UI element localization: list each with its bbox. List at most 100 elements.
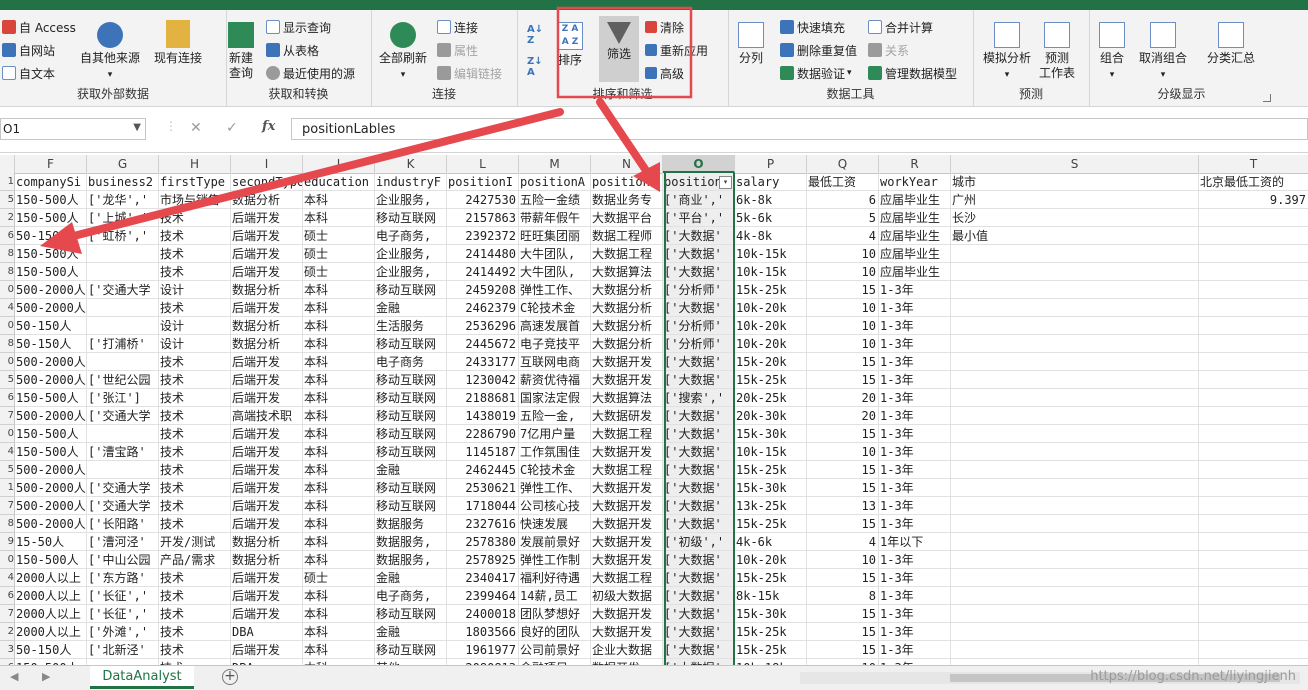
cell[interactable]: 13k-25k [735, 497, 807, 515]
cell[interactable] [87, 245, 159, 263]
cell[interactable]: 2327616 [447, 515, 519, 533]
cell[interactable]: 数据服务 [375, 515, 447, 533]
cell[interactable]: 15k-25k [735, 641, 807, 659]
cell[interactable]: 国家法定假 [519, 389, 591, 407]
cell[interactable]: ['交通大学 [87, 281, 159, 299]
cell[interactable]: 初级大数据 [591, 587, 663, 605]
row-header[interactable]: 4 [0, 299, 15, 317]
cell[interactable]: 15k-30k [735, 425, 807, 443]
cell[interactable]: 移动互联网 [375, 209, 447, 227]
cell[interactable]: 金融 [375, 461, 447, 479]
cell[interactable] [951, 461, 1199, 479]
cell[interactable]: 2578380 [447, 533, 519, 551]
header-cell[interactable]: companySi [15, 173, 87, 191]
cell[interactable]: 良好的团队 [519, 623, 591, 641]
row-header[interactable]: 1 [0, 173, 15, 191]
cell[interactable] [951, 281, 1199, 299]
cell[interactable] [87, 425, 159, 443]
row-header[interactable]: 9 [0, 533, 15, 551]
header-cell[interactable]: firstType [159, 173, 231, 191]
cell[interactable]: 1-3年 [879, 371, 951, 389]
cell[interactable]: 薪资优待福 [519, 371, 591, 389]
cell[interactable]: 本科 [303, 425, 375, 443]
column-header-q[interactable]: Q [807, 155, 879, 173]
cell[interactable]: 2000人以上 [15, 569, 87, 587]
from-text-button[interactable]: 自文本 [2, 63, 55, 83]
cell[interactable]: ['分析师' [663, 281, 735, 299]
cell[interactable]: 2414492 [447, 263, 519, 281]
cell[interactable]: 大数据算法 [591, 389, 663, 407]
reapply-button[interactable]: 重新应用 [645, 40, 708, 60]
cell[interactable] [951, 245, 1199, 263]
cell[interactable]: 10k-20k [735, 551, 807, 569]
cell[interactable]: 15 [807, 623, 879, 641]
cell[interactable] [1199, 533, 1308, 551]
cell[interactable]: 15 [807, 461, 879, 479]
column-header-h[interactable]: H [159, 155, 231, 173]
row-header[interactable]: 6 [0, 587, 15, 605]
cell[interactable]: 2536296 [447, 317, 519, 335]
row-header[interactable]: 3 [0, 641, 15, 659]
cell[interactable] [1199, 515, 1308, 533]
cell[interactable]: 应届毕业生 [879, 209, 951, 227]
cell[interactable]: 5 [807, 209, 879, 227]
cell[interactable] [951, 353, 1199, 371]
column-header-o[interactable]: O [663, 155, 735, 173]
cell[interactable]: 大数据开发 [591, 371, 663, 389]
what-if-button[interactable]: 模拟分析 ▾ [983, 22, 1031, 83]
cell[interactable]: ['张江'] [87, 389, 159, 407]
cell[interactable]: 15k-25k [735, 623, 807, 641]
cell[interactable]: 技术 [159, 641, 231, 659]
row-header[interactable]: 1 [0, 479, 15, 497]
cell[interactable]: 后端开发 [231, 227, 303, 245]
cell[interactable]: 公司核心技 [519, 497, 591, 515]
manage-data-model-button[interactable]: 管理数据模型 [868, 63, 957, 83]
cell[interactable]: ['漕河泾' [87, 533, 159, 551]
cell[interactable]: 15k-30k [735, 605, 807, 623]
cell[interactable]: 7亿用户量 [519, 425, 591, 443]
cell[interactable]: 5k-6k [735, 209, 807, 227]
row-header[interactable]: 2 [0, 209, 15, 227]
cell[interactable]: 4 [807, 227, 879, 245]
cell[interactable]: 硕士 [303, 227, 375, 245]
cell[interactable]: 技术 [159, 479, 231, 497]
existing-connections-button[interactable]: 现有连接 [154, 20, 202, 66]
cell[interactable]: 应届毕业生 [879, 245, 951, 263]
cell[interactable] [951, 371, 1199, 389]
cell[interactable]: 生活服务 [375, 317, 447, 335]
cell[interactable]: 15k-30k [735, 479, 807, 497]
cell[interactable]: 大数据开发 [591, 551, 663, 569]
cell[interactable]: 开发/测试 [159, 533, 231, 551]
cell[interactable]: ['东方路' [87, 569, 159, 587]
cell[interactable]: C轮技术金 [519, 461, 591, 479]
cell[interactable]: ['大数据' [663, 353, 735, 371]
cell[interactable]: 本科 [303, 443, 375, 461]
cell[interactable]: 150-500人 [15, 551, 87, 569]
cell[interactable]: ['大数据' [663, 443, 735, 461]
cell[interactable]: 本科 [303, 191, 375, 209]
subtotal-button[interactable]: 分类汇总 [1207, 22, 1255, 66]
cell[interactable]: ['大数据' [663, 461, 735, 479]
column-header-r[interactable]: R [879, 155, 951, 173]
cell[interactable]: 本科 [303, 299, 375, 317]
name-box[interactable]: O1 ▼ [0, 118, 146, 140]
cell[interactable] [1199, 569, 1308, 587]
cell[interactable]: 2462379 [447, 299, 519, 317]
cell[interactable]: 数据分析 [231, 551, 303, 569]
row-header[interactable]: 4 [0, 569, 15, 587]
cell[interactable]: 技术 [159, 227, 231, 245]
cell[interactable]: 2188681 [447, 389, 519, 407]
from-other-sources-button[interactable]: 自其他来源 ▾ [80, 20, 140, 83]
header-cell[interactable]: positionA [519, 173, 591, 191]
row-header[interactable]: 8 [0, 263, 15, 281]
select-all-corner[interactable] [0, 155, 15, 173]
cell[interactable]: 设计 [159, 317, 231, 335]
cell[interactable] [951, 335, 1199, 353]
from-table-button[interactable]: 从表格 [266, 40, 319, 60]
cell[interactable]: ['大数据' [663, 227, 735, 245]
cell[interactable]: 本科 [303, 587, 375, 605]
cell[interactable] [951, 569, 1199, 587]
cell[interactable]: 设计 [159, 281, 231, 299]
cell[interactable]: 后端开发 [231, 425, 303, 443]
cell[interactable]: ['中山公园 [87, 551, 159, 569]
